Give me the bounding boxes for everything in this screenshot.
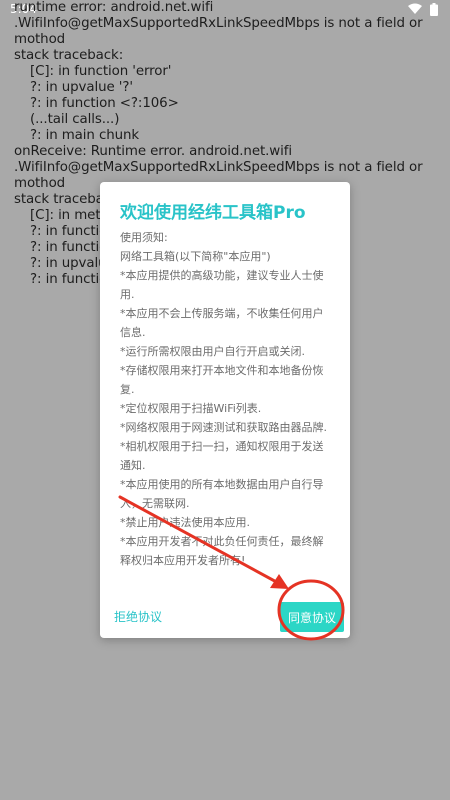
- dialog-paragraph: *运行所需权限由用户自行开启或关闭.: [120, 345, 305, 358]
- log-line: (...tail calls...): [30, 112, 120, 127]
- log-line: runtime error: android.net.wifi: [14, 0, 214, 15]
- log-line: ?: in upvalue '?': [30, 80, 133, 95]
- dialog-paragraph: *定位权限用于扫描WiFi列表.: [120, 402, 262, 415]
- dialog-paragraph: *禁止用户违法使用本应用.: [120, 516, 250, 529]
- dialog-paragraph: 网络工具箱(以下简称"本应用"): [120, 250, 271, 263]
- dialog-paragraph: *本应用开发者不对此负任何责任，最终解释权归本应用开发者所有!: [120, 535, 324, 567]
- log-line: stack traceback:: [14, 48, 124, 63]
- dialog-body: 使用须知: 网络工具箱(以下简称"本应用") *本应用提供的高级功能，建议专业人士使…: [120, 228, 334, 570]
- log-line: mothod: [14, 32, 66, 47]
- dialog-title: 欢迎使用经纬工具箱Pro: [120, 203, 306, 223]
- agreement-dialog: 欢迎使用经纬工具箱Pro 使用须知: 网络工具箱(以下简称"本应用") *本应用提供…: [100, 182, 350, 638]
- dialog-paragraph: *本应用使用的所有本地数据由用户自行导入，无需联网.: [120, 478, 324, 510]
- decline-button[interactable]: 拒绝协议: [114, 608, 162, 625]
- dialog-paragraph: *相机权限用于扫一扫，通知权限用于发送通知.: [120, 440, 324, 472]
- dialog-paragraph: *网络权限用于网速测试和获取路由器品牌.: [120, 421, 327, 434]
- log-line: [C]: in function 'error': [30, 64, 172, 79]
- dialog-paragraph: *本应用不会上传服务端，不收集任何用户信息.: [120, 307, 324, 339]
- accept-button[interactable]: 同意协议: [280, 602, 344, 632]
- log-line: ?: in function <?:106>: [30, 96, 179, 111]
- log-line: .WifiInfo@getMaxSupportedRxLinkSpeedMbps…: [14, 16, 423, 31]
- dialog-paragraph: 使用须知:: [120, 231, 168, 244]
- log-line: .WifiInfo@getMaxSupportedRxLinkSpeedMbps…: [14, 160, 423, 175]
- log-line: ?: in main chunk: [30, 128, 140, 143]
- log-line: onReceive: Runtime error. android.net.wi…: [14, 144, 292, 159]
- dialog-paragraph: *存储权限用来打开本地文件和本地备份恢复.: [120, 364, 324, 396]
- dialog-paragraph: *本应用提供的高级功能，建议专业人士使用.: [120, 269, 324, 301]
